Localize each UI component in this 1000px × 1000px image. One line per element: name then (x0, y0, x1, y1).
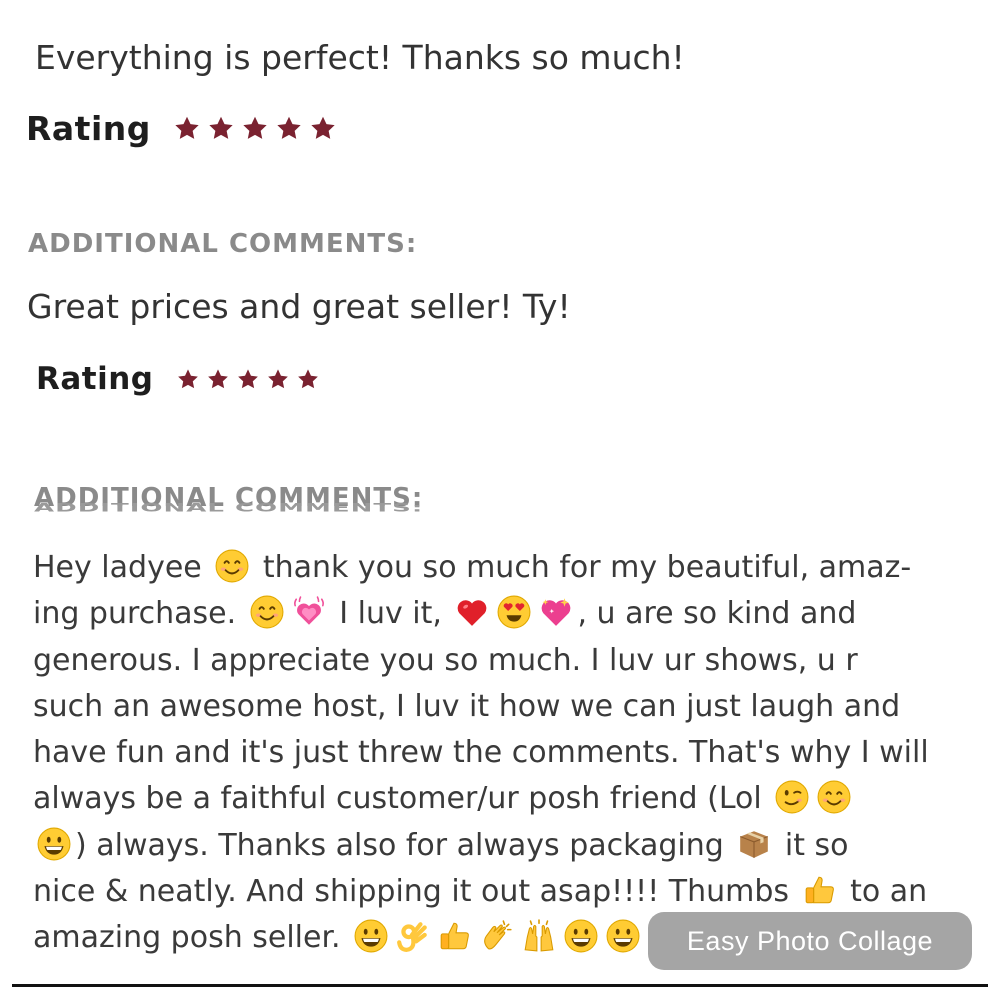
review-2-comment: Great prices and great seller! Ty! (27, 287, 571, 326)
red-heart-icon (455, 595, 489, 629)
grinning-face-icon (606, 919, 640, 953)
rating-label: Rating (36, 361, 154, 397)
star-rating (173, 115, 337, 141)
comment-line: such an awesome host, I luv it how we ca… (33, 684, 983, 730)
star-icon (236, 368, 260, 390)
star-icon (207, 115, 235, 141)
star-icon (241, 115, 269, 141)
smiling-face-icon (250, 595, 284, 629)
star-rating (176, 368, 320, 390)
comment-line: always be a faithful customer/ur posh fr… (33, 776, 983, 822)
thumbs-up-icon (438, 919, 472, 953)
additional-comments-heading-duplicate: ADDITIONAL COMMENTS: (34, 501, 424, 515)
winking-face-icon (775, 780, 809, 814)
star-icon (173, 115, 201, 141)
thumbs-up-icon (803, 873, 837, 907)
rating-label: Rating (26, 108, 151, 148)
grinning-face-icon (37, 827, 71, 861)
star-icon (206, 368, 230, 390)
comment-text: have fun and it's just threw the comment… (33, 735, 929, 771)
easy-photo-collage-watermark: Easy Photo Collage (648, 912, 972, 970)
comment-line: generous. I appreciate you so much. I lu… (33, 638, 983, 684)
comment-text: such an awesome host, I luv it how we ca… (33, 688, 901, 724)
growing-heart-icon (292, 595, 326, 629)
comment-text: nice & neatly. And shipping it out asap!… (33, 874, 799, 910)
grinning-face-icon (354, 919, 388, 953)
review-2-rating: Rating (36, 359, 320, 399)
comment-text: , u are so kind and (577, 596, 857, 632)
package-icon (737, 827, 771, 861)
raising-hands-icon (522, 919, 556, 953)
review-panel-2: ADDITIONAL COMMENTS: Great prices and gr… (0, 225, 1000, 483)
comment-text: ing purchase. (33, 596, 246, 632)
comment-line: Hey ladyee thank you so much for my beau… (33, 545, 983, 591)
comment-line: ) always. Thanks also for always packagi… (33, 823, 983, 869)
sparkling-heart-icon (539, 595, 573, 629)
comment-text: Hey ladyee (33, 550, 212, 585)
review-1-comment: Everything is perfect! Thanks so much! (35, 38, 685, 77)
comment-text: amazing posh seller. (33, 920, 351, 956)
ok-hand-icon (396, 919, 430, 953)
comment-text: ) always. Thanks also for always packagi… (75, 827, 734, 863)
additional-comments-heading: ADDITIONAL COMMENTS: (28, 229, 418, 259)
comment-text: generous. I appreciate you so much. I lu… (33, 642, 858, 678)
star-icon (275, 115, 303, 141)
smiling-face-icon (817, 780, 851, 814)
comment-text: to an (840, 874, 928, 910)
comment-text: I luv it, (329, 596, 452, 632)
comment-line: have fun and it's just threw the comment… (33, 730, 983, 776)
heart-eyes-icon (497, 595, 531, 629)
comment-text: thank you so much for my beautiful, amaz… (253, 550, 912, 585)
review-3-comment: Hey ladyee thank you so much for my beau… (33, 545, 983, 962)
star-icon (176, 368, 200, 390)
comment-line: ing purchase. I luv it, , u are so kind … (33, 591, 983, 637)
clapping-hands-icon (480, 919, 514, 953)
star-icon (296, 368, 320, 390)
grinning-face-icon (564, 919, 598, 953)
bottom-divider (12, 984, 988, 987)
star-icon (266, 368, 290, 390)
smiling-face-icon (215, 549, 249, 583)
comment-line: nice & neatly. And shipping it out asap!… (33, 869, 983, 915)
review-1-rating: Rating (26, 106, 337, 150)
star-icon (309, 115, 337, 141)
review-panel-1: Everything is perfect! Thanks so much! R… (0, 0, 1000, 225)
comment-text: it so (775, 827, 849, 863)
comment-text: always be a faithful customer/ur posh fr… (33, 781, 772, 817)
